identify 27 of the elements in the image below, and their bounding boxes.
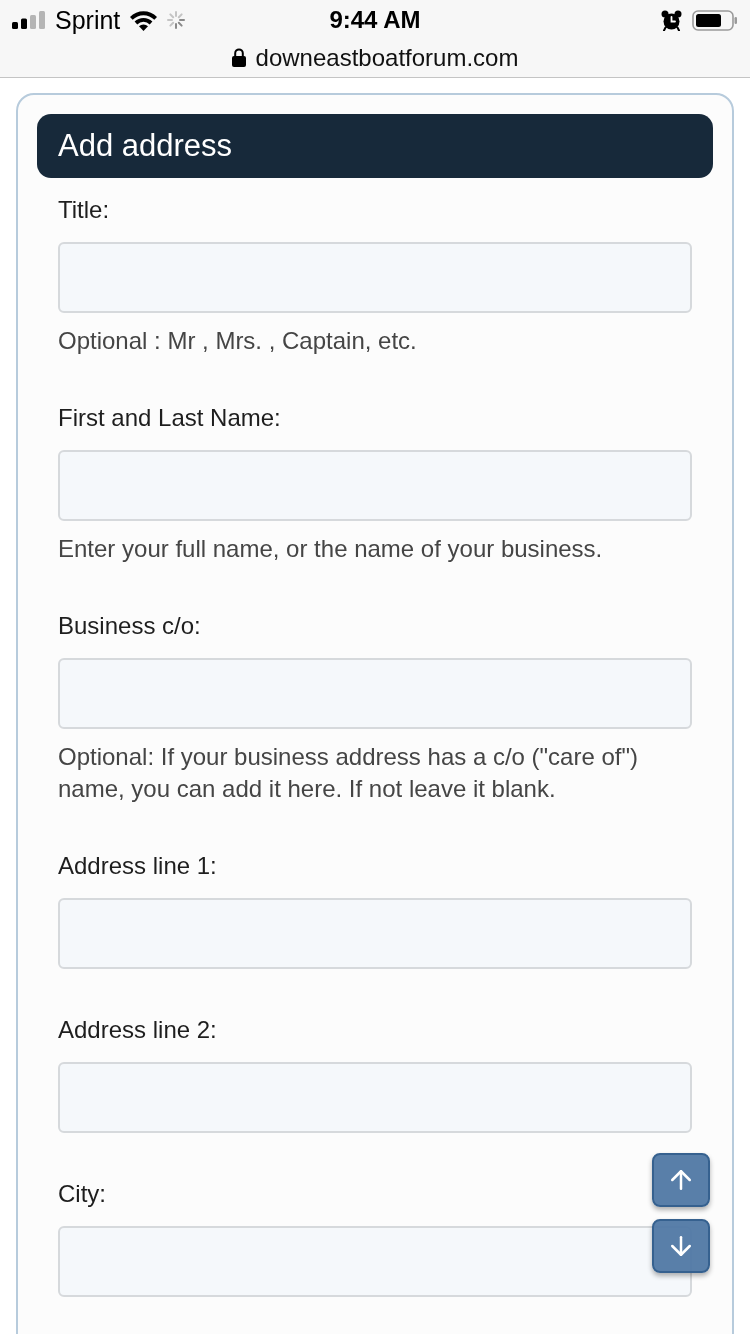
- text-input-field[interactable]: [58, 1062, 692, 1133]
- field-label: First and Last Name:: [58, 403, 281, 433]
- field-label: City:: [58, 1179, 106, 1209]
- battery-icon: [692, 9, 738, 31]
- signal-strength-icon: [12, 11, 46, 29]
- text-input-field[interactable]: [58, 898, 692, 969]
- field-label: Address line 2:: [58, 1015, 217, 1045]
- lock-icon: [231, 48, 246, 67]
- text-input-field[interactable]: [58, 658, 692, 729]
- help-text: Optional: If your business address has a c/o ("care of") name, you can add it here. If not leave it blank.: [58, 742, 639, 804]
- carrier-name: Sprint: [55, 5, 121, 35]
- loading-spinner-icon: [167, 11, 186, 29]
- field-label: Business c/o:: [58, 611, 201, 641]
- scroll-up-button[interactable]: [652, 1153, 710, 1207]
- help-text: Optional : Mr , Mrs. , Captain, etc.: [58, 326, 418, 356]
- status-time: 9:44 AM: [329, 5, 421, 35]
- field-label: Address line 1:: [58, 851, 217, 881]
- alarm-clock-icon: [661, 9, 682, 31]
- wifi-icon: [129, 9, 159, 31]
- text-input-field[interactable]: [58, 450, 692, 521]
- url-text[interactable]: downeastboatforum.com: [255, 42, 519, 73]
- help-text: Enter your full name, or the name of your business.: [58, 534, 604, 564]
- text-input-field[interactable]: [58, 1226, 692, 1297]
- form-title: Add address: [37, 114, 713, 178]
- field-label: Title:: [58, 195, 110, 225]
- text-input-field[interactable]: [58, 242, 692, 313]
- scroll-down-button[interactable]: [652, 1219, 710, 1273]
